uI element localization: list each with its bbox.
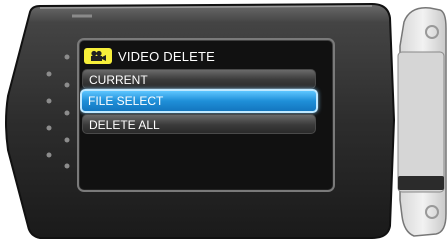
menu-item-label: CURRENT (89, 73, 148, 87)
menu-item-label: DELETE ALL (89, 118, 160, 132)
menu-item-current[interactable]: CURRENT (82, 69, 316, 89)
lcd-screen: VIDEO DELETE CURRENT FILE SELECT DELETE … (80, 41, 332, 189)
menu-header: VIDEO DELETE (84, 45, 324, 67)
menu-title: VIDEO DELETE (118, 48, 216, 64)
menu-item-delete-all[interactable]: DELETE ALL (82, 114, 316, 134)
menu-item-file-select[interactable]: FILE SELECT (80, 89, 318, 113)
menu-item-label: FILE SELECT (88, 94, 164, 108)
movie-camera-icon (84, 48, 112, 64)
